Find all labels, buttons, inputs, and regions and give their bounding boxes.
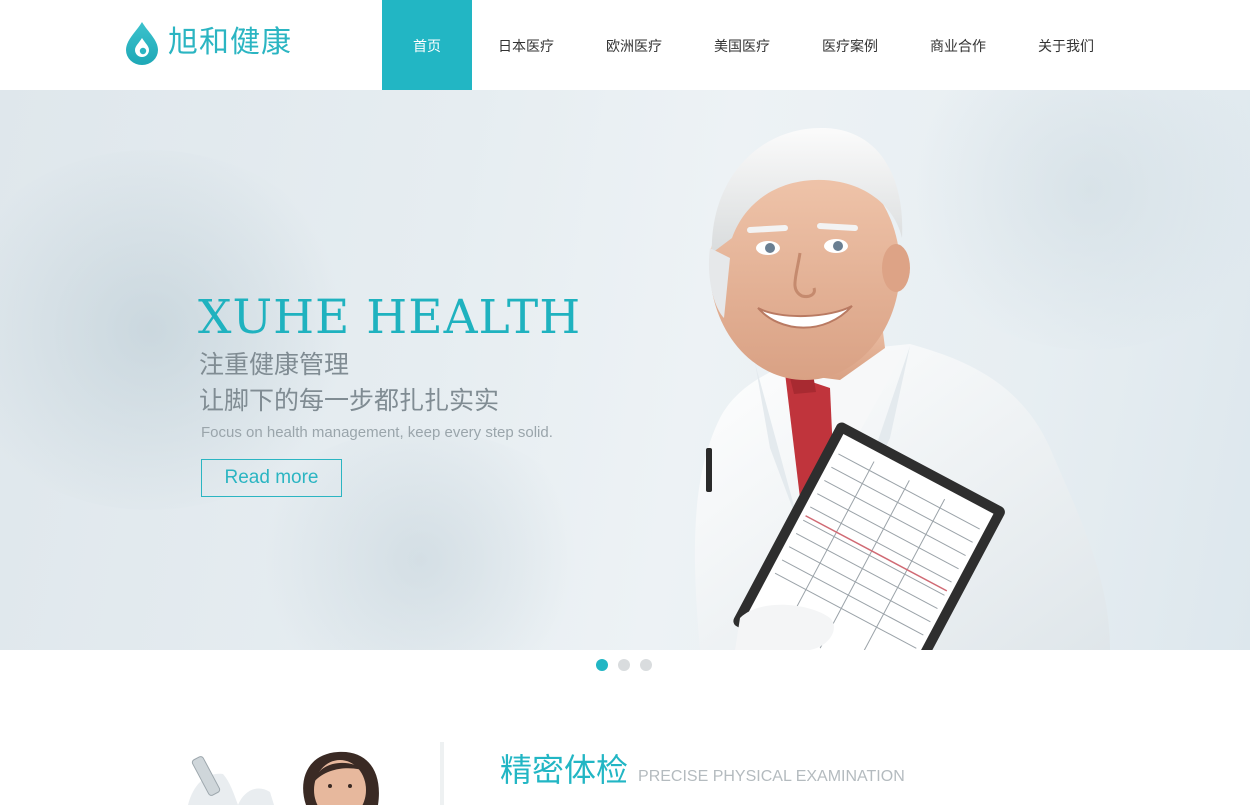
carousel-dot[interactable]	[640, 659, 652, 671]
section-title-cn: 精密体检	[500, 752, 629, 788]
hero-subtitle: Focus on health management, keep every s…	[201, 424, 553, 441]
read-more-button[interactable]: Read more	[201, 459, 342, 497]
carousel-indicator	[596, 659, 652, 671]
nav-item-business[interactable]: 商业合作	[904, 0, 1012, 90]
hero-tagline-2: 让脚下的每一步都扎扎实实	[199, 387, 500, 415]
nav-item-japan-medical[interactable]: 日本医疗	[472, 0, 580, 90]
nav-item-europe-medical[interactable]: 欧洲医疗	[580, 0, 688, 90]
section-title-en: PRECISE PHYSICAL EXAMINATION	[638, 768, 905, 785]
nav-item-medical-cases[interactable]: 医疗案例	[796, 0, 904, 90]
nav-item-us-medical[interactable]: 美国医疗	[688, 0, 796, 90]
doctor-image	[694, 127, 1110, 650]
lab-technician-image	[178, 742, 454, 805]
site-header: 旭和健康 首页 日本医疗 欧洲医疗 美国医疗 医疗案例 商业合作 关于我们	[0, 0, 1250, 90]
hero-tagline-1: 注重健康管理	[199, 351, 350, 379]
main-nav: 首页 日本医疗 欧洲医疗 美国医疗 医疗案例 商业合作 关于我们	[382, 0, 1120, 90]
brand-name: 旭和健康	[168, 25, 292, 60]
water-drop-icon	[126, 22, 158, 65]
carousel-dot[interactable]	[618, 659, 630, 671]
hero-title: XUHE HEALTH	[198, 290, 582, 345]
logo[interactable]: 旭和健康	[124, 20, 292, 66]
hero-banner: XUHE HEALTH 注重健康管理 让脚下的每一步都扎扎实实 Focus on…	[0, 90, 1250, 650]
nav-item-about-us[interactable]: 关于我们	[1012, 0, 1120, 90]
nav-item-home[interactable]: 首页	[382, 0, 472, 90]
carousel-dot[interactable]	[596, 659, 608, 671]
section-title: 精密体检 PRECISE PHYSICAL EXAMINATION	[500, 750, 905, 790]
